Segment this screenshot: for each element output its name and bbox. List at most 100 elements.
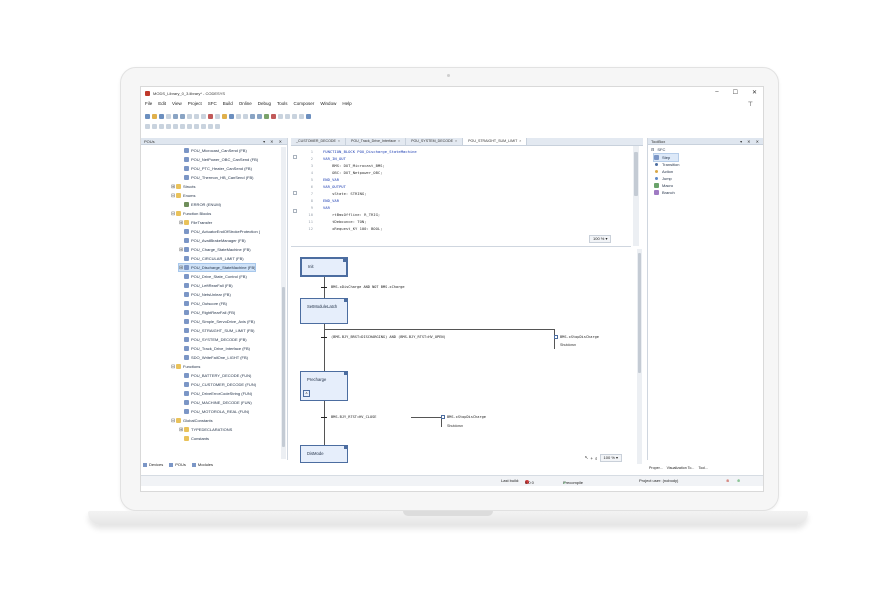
tree-item[interactable]: SDO_WriteFailOne_LIGHT (FB)	[179, 354, 248, 361]
tree-item[interactable]: POU_Simple_ServoDrive_Axis (FB)	[179, 318, 255, 325]
code-line[interactable]: 3 BMS: DUT_Microcast_BMS;	[291, 162, 385, 168]
tree-item[interactable]: POU_STRAIGHT_SUM_LIMIT (FB)	[179, 327, 255, 334]
paste-icon[interactable]	[201, 113, 206, 119]
tree-item[interactable]: ⊞ POU_Charge_StateMachine (FB)	[179, 246, 251, 253]
copy-icon[interactable]	[194, 113, 199, 119]
code-line[interactable]: 12 xRequest_KY 100: BOOL;	[291, 225, 382, 231]
sfc-step-precharge[interactable]: Precharge A	[300, 371, 348, 401]
insert-macro-icon[interactable]	[173, 123, 178, 129]
print-icon[interactable]	[166, 113, 171, 119]
tree-item[interactable]: ERROR (ENUM)	[179, 201, 221, 208]
open-folder-icon[interactable]	[152, 113, 157, 119]
pous-panel-controls[interactable]: ▾ ✕ ✕	[263, 138, 284, 145]
close-tab-icon[interactable]: ×	[398, 138, 400, 145]
toolbox-section-sfc[interactable]: ⊟ SFC	[651, 146, 665, 153]
sfc-scrollbar[interactable]	[637, 249, 642, 464]
pointer-tool-icon[interactable]: ↖	[585, 455, 589, 461]
menu-view[interactable]: View	[172, 101, 182, 106]
tab-customer-decode[interactable]: _CUSTOMER_DECODE ×	[291, 138, 346, 145]
code-line[interactable]: 11 tDebounce: TON;	[291, 218, 366, 224]
sfc-step-init[interactable]: Init	[300, 257, 348, 277]
tree-item[interactable]: POU_CUSTOMER_DECODE (FUN)	[179, 381, 256, 388]
tree-item[interactable]: ⊟ GlobalConstants	[171, 417, 213, 424]
tree-item[interactable]: POU_BATTERY_DECODE (FUN)	[179, 372, 251, 379]
reset-icon[interactable]	[278, 113, 283, 119]
toolbox-item-transition[interactable]: Transition	[654, 161, 679, 168]
tab-pous[interactable]: POUs	[169, 462, 186, 467]
tree-item[interactable]: ⊞ Structs	[171, 183, 195, 190]
tree-item[interactable]: ⊟ Function Blocks	[171, 210, 211, 217]
menu-online[interactable]: Online	[239, 101, 252, 106]
build-icon[interactable]	[229, 113, 234, 119]
sfc-transition[interactable]	[321, 287, 327, 288]
toolbox-item-step[interactable]: Step	[652, 153, 680, 162]
tree-item[interactable]: POU_Microcast_CanSend (FB)	[179, 147, 247, 154]
tree-item[interactable]: POU_LeftRearFall (FB)	[179, 282, 233, 289]
declaration-editor[interactable]: 100 % ▾ 1 FUNCTION_BLOCK POU_Discharge_St…	[291, 146, 631, 247]
toolbox-item-action[interactable]: Action	[654, 168, 673, 175]
save-icon[interactable]	[159, 113, 164, 119]
tree-item[interactable]: ⊟ Functions	[171, 363, 200, 370]
menu-tools[interactable]: Tools	[277, 101, 288, 106]
tab-toolbox[interactable]: Tool...	[698, 466, 708, 470]
menu-build[interactable]: Build	[223, 101, 233, 106]
tree-item[interactable]: ⊞ FileTransfer	[179, 219, 212, 226]
tree-item[interactable]: POU_ActuatorEndOfStrokeProtection (	[179, 228, 260, 235]
tree-item[interactable]: POU_CIRCULAR_LIMIT (FB)	[179, 255, 244, 262]
replace-icon[interactable]	[222, 113, 227, 119]
toolbox-item-jump[interactable]: Jump	[654, 175, 672, 182]
tree-item[interactable]: POU_Thermon_HB_CanSend (FB)	[179, 174, 253, 181]
code-line[interactable]: 8 END_VAR	[291, 197, 339, 203]
tree-item[interactable]: POU_PTC_Heater_CanSend (FB)	[179, 165, 252, 172]
minimize-button[interactable]: –	[715, 89, 718, 96]
sfc-step-dismode[interactable]: DisMode	[300, 445, 348, 463]
menu-composer[interactable]: Composer	[294, 101, 315, 106]
menu-sfc[interactable]: SFC	[208, 101, 217, 106]
tab-visualization-toolbox[interactable]: Visualization To...	[667, 466, 695, 470]
alternative-icon[interactable]	[187, 123, 192, 129]
sfc-transition[interactable]	[321, 337, 327, 338]
tree-item[interactable]: ⊟ Enums	[171, 192, 195, 199]
tab-properties[interactable]: Proper...	[649, 466, 663, 470]
zoom-icon[interactable]	[215, 123, 220, 129]
entry-action-icon[interactable]	[201, 123, 206, 129]
rebuild-icon[interactable]	[236, 113, 241, 119]
menu-file[interactable]: File	[145, 101, 152, 106]
tree-item[interactable]: POU_AvailBrakeManager (FB)	[179, 237, 246, 244]
code-scroll-thumb[interactable]	[634, 152, 638, 196]
collapse-icon[interactable]: ⊟	[651, 147, 654, 152]
toolbox-item-branch[interactable]: Branch	[654, 189, 675, 196]
code-line[interactable]: 1 FUNCTION_BLOCK POU_Discharge_StateMachi…	[291, 148, 417, 154]
run-icon[interactable]	[264, 113, 269, 119]
menu-project[interactable]: Project	[188, 101, 202, 106]
code-line[interactable]: 10 rtBmsOffline: R_TRIG;	[291, 211, 380, 217]
tab-devices[interactable]: Devices	[143, 462, 163, 467]
tree-item[interactable]: Constants	[179, 435, 209, 442]
insert-step-icon[interactable]	[145, 123, 150, 129]
cut-icon[interactable]	[187, 113, 192, 119]
parallel-icon[interactable]	[180, 123, 185, 129]
tree-item[interactable]: ⊞ TYPEDECLARATIONS	[179, 426, 232, 433]
clean-icon[interactable]	[243, 113, 248, 119]
close-tab-icon[interactable]: ×	[519, 138, 521, 145]
stop-icon[interactable]	[271, 113, 276, 119]
tree-item[interactable]: POU_RightRearFall (FB)	[179, 309, 235, 316]
code-line[interactable]: 4 OBC: DUT_Netpower_OBC;	[291, 169, 383, 175]
tree-item[interactable]: POU_Track_Drive_Interface (FB)	[179, 345, 250, 352]
tree-item[interactable]: POU_Outscore (FB)	[179, 300, 227, 307]
tree-item[interactable]: POU_SYSTEM_DECODE (FB)	[179, 336, 247, 343]
step-over-icon[interactable]	[285, 113, 290, 119]
code-line[interactable]: 5 END_VAR	[291, 176, 339, 182]
tab-modules[interactable]: Modules	[191, 462, 213, 467]
code-line[interactable]: 6 VAR_OUTPUT	[291, 183, 346, 189]
action-name[interactable]: BMS.xStopDisCharge	[447, 415, 486, 419]
delete-icon[interactable]	[208, 113, 213, 119]
sfc-diagram[interactable]: Init BMS.xDisCharge AND NOT BMS.xCharge …	[291, 249, 636, 464]
logout-icon[interactable]	[257, 113, 262, 119]
action-icon[interactable]	[194, 123, 199, 129]
pous-scrollbar[interactable]	[281, 147, 286, 459]
code-zoom[interactable]: 100 % ▾	[589, 235, 612, 243]
tree-item[interactable]: POU_MACHINE_DECODE (FUN)	[179, 399, 252, 406]
sfc-scroll-thumb[interactable]	[638, 253, 641, 373]
sfc-step-setmodulelatch[interactable]: SetModuleLatch	[300, 298, 348, 324]
